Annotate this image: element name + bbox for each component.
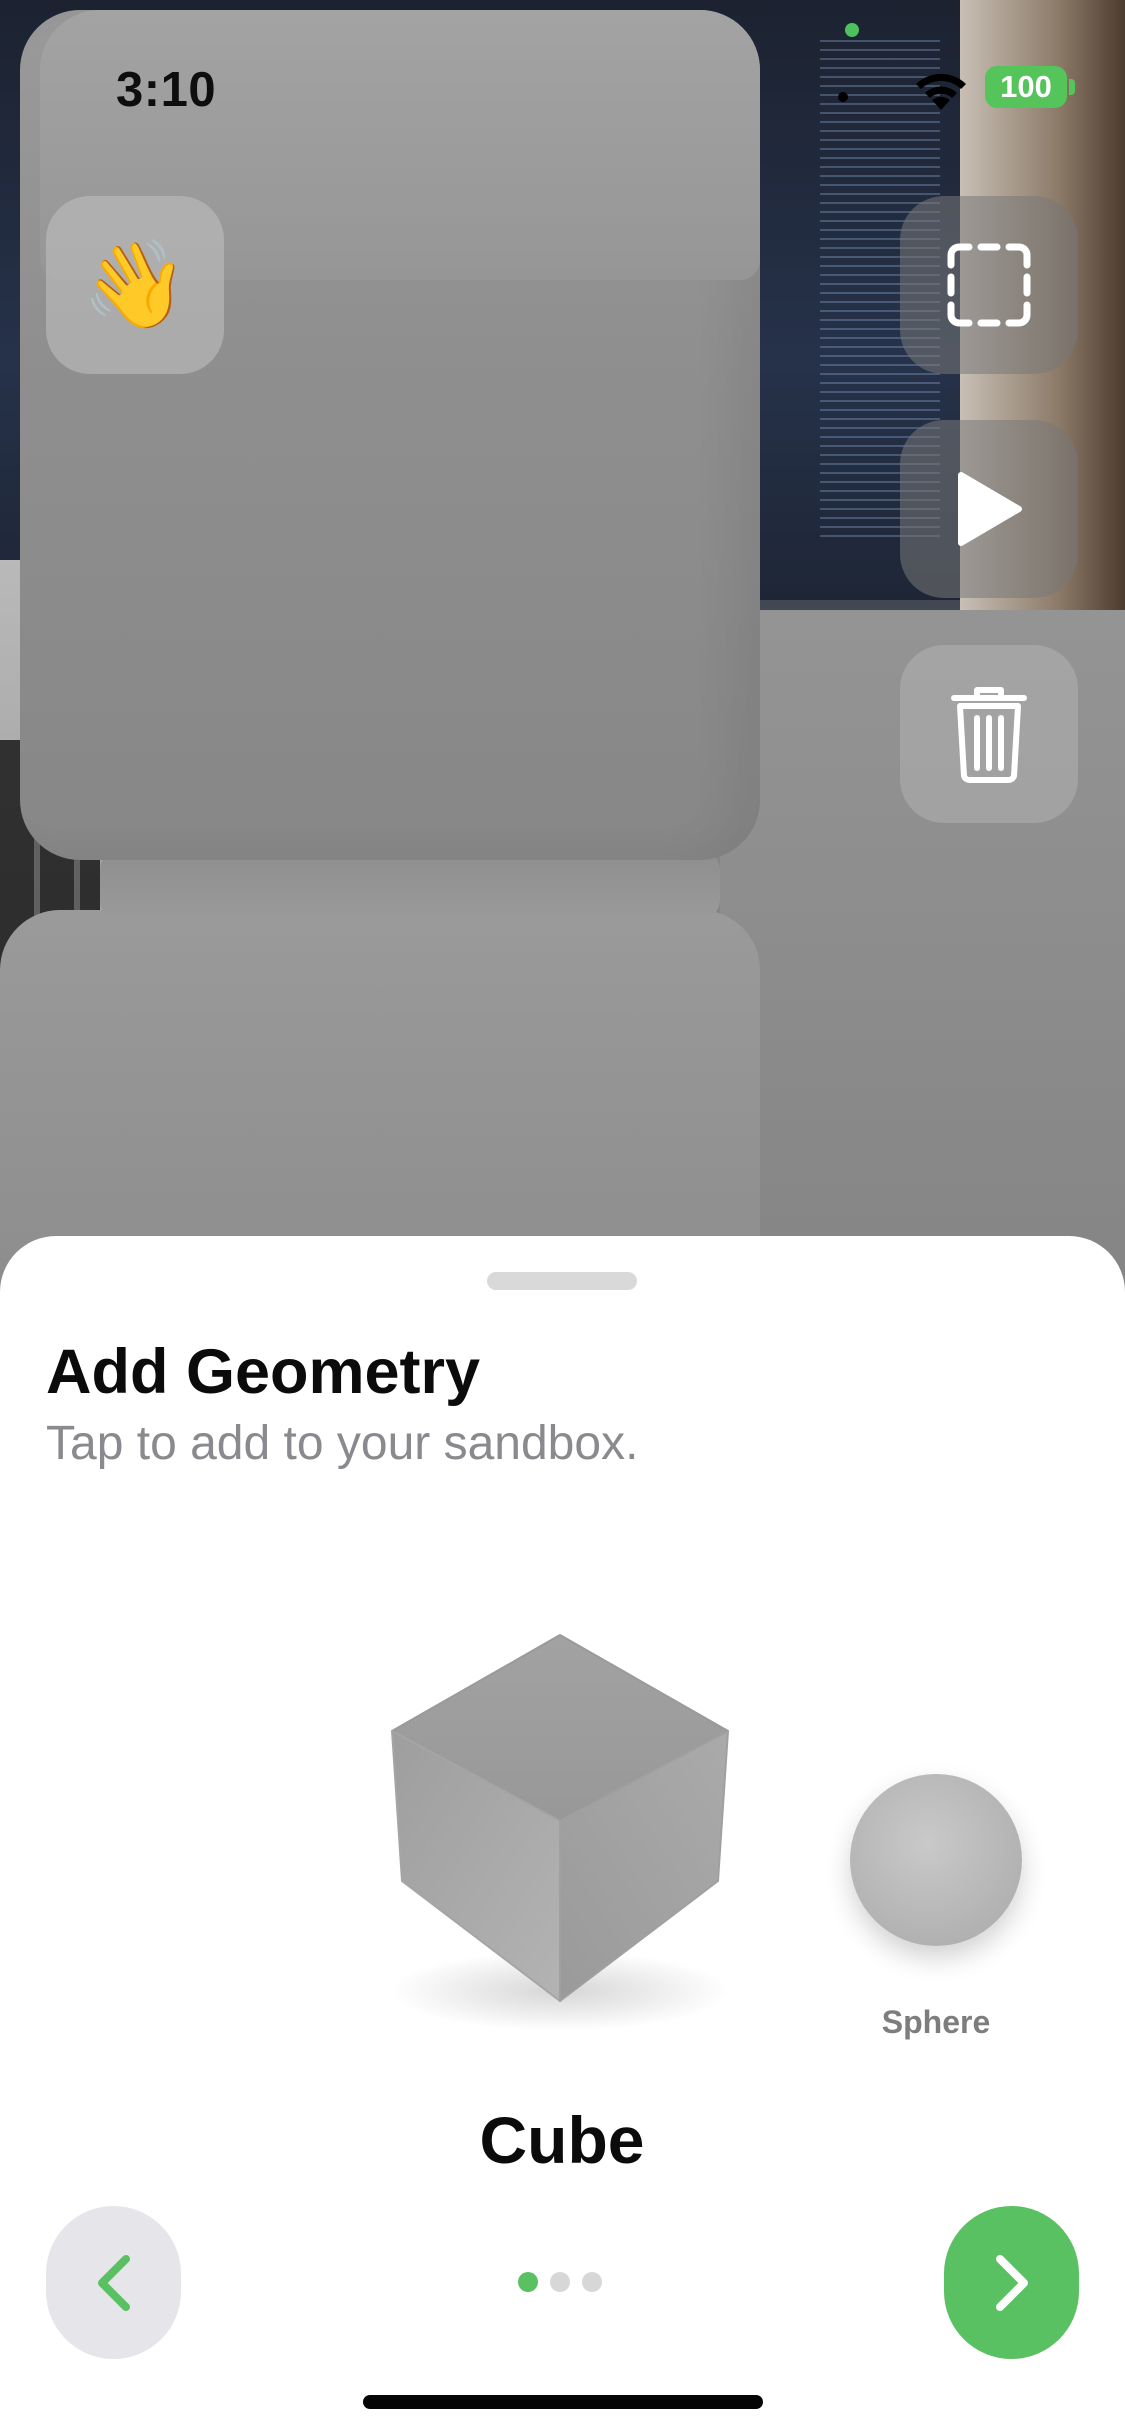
sheet-subtitle: Tap to add to your sandbox.	[46, 1417, 639, 1470]
page-dot[interactable]	[518, 2272, 538, 2292]
page-indicator[interactable]	[518, 2272, 602, 2292]
play-button[interactable]	[900, 420, 1078, 598]
cube-option[interactable]	[380, 1631, 740, 2031]
status-time: 3:10	[116, 63, 217, 117]
battery-indicator: 100	[985, 66, 1067, 108]
selection-button[interactable]	[900, 196, 1078, 374]
previous-button[interactable]	[46, 2206, 181, 2359]
home-indicator[interactable]	[363, 2395, 763, 2409]
page-dot[interactable]	[550, 2272, 570, 2292]
sheet-grabber[interactable]	[487, 1272, 637, 1290]
trash-icon	[951, 687, 1027, 783]
battery-nub	[1069, 79, 1075, 95]
next-button[interactable]	[944, 2206, 1079, 2359]
wave-button[interactable]: 👋	[46, 196, 224, 374]
wifi-icon	[916, 73, 966, 110]
ar-cube-seam	[100, 850, 720, 920]
sphere-label: Sphere	[881, 2004, 991, 2040]
page-dot[interactable]	[582, 2272, 602, 2292]
delete-button[interactable]	[900, 645, 1078, 823]
play-icon	[958, 472, 1022, 546]
sheet-title: Add Geometry	[46, 1337, 481, 1407]
cube-label: Cube	[479, 2103, 645, 2177]
status-bar: 3:10 100	[0, 0, 1125, 140]
dashed-selection-icon	[947, 243, 1031, 327]
cellular-signal-icon	[838, 92, 848, 102]
sphere-option[interactable]	[850, 1774, 1022, 1946]
chevron-right-icon	[995, 2254, 1028, 2311]
waving-hand-icon: 👋	[81, 237, 189, 333]
chevron-left-icon	[97, 2254, 130, 2311]
camera-in-use-indicator	[845, 23, 859, 37]
add-geometry-sheet: Add Geometry Tap to add to your sandbox.…	[0, 1236, 1125, 2436]
